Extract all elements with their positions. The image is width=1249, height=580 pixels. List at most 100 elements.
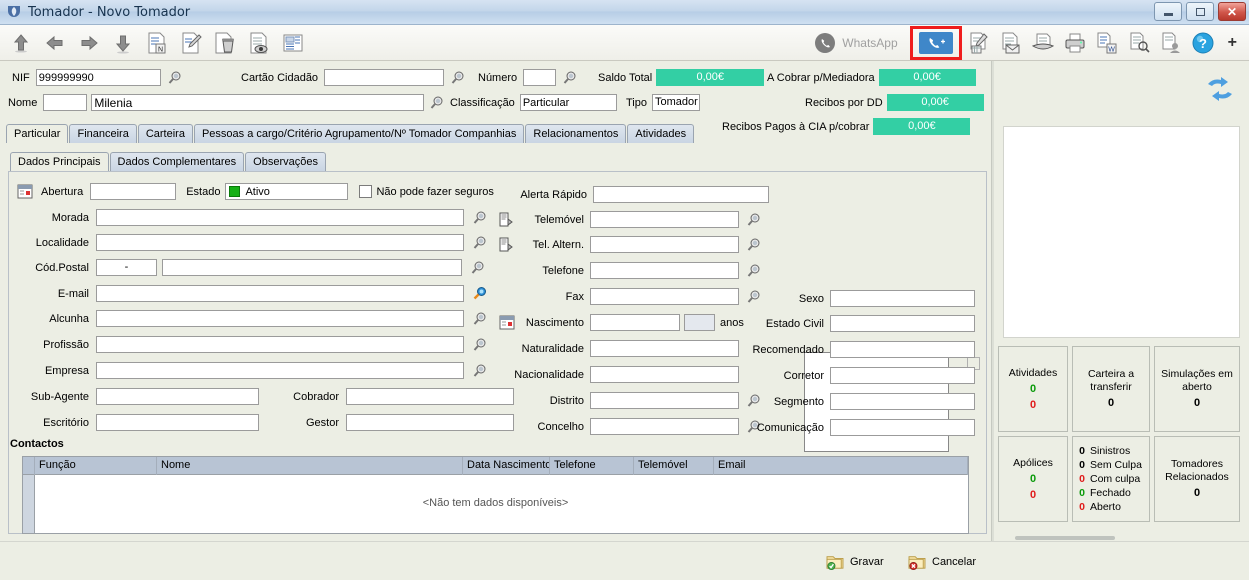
add-button[interactable]: + xyxy=(1220,34,1245,52)
calendar-document-icon[interactable] xyxy=(964,28,994,58)
whatsapp-button[interactable]: WhatsApp xyxy=(814,32,898,54)
telemovel-search-icon[interactable] xyxy=(746,212,762,228)
localidade-search-icon[interactable] xyxy=(472,235,488,251)
nif-search-icon[interactable] xyxy=(167,70,183,86)
subtab-dados-complementares[interactable]: Dados Complementares xyxy=(109,152,245,171)
card-apolices[interactable]: Apólices 0 0 xyxy=(998,436,1068,522)
alcunha-search-icon[interactable] xyxy=(472,311,488,327)
codpostal-input[interactable]: - xyxy=(96,259,157,276)
fax-input[interactable] xyxy=(590,288,739,305)
recomendado-input[interactable] xyxy=(830,341,975,358)
right-arrow-icon[interactable] xyxy=(74,28,104,58)
subtab-observacoes[interactable]: Observações xyxy=(245,152,326,171)
column-nome[interactable]: Nome xyxy=(157,456,463,475)
numero-search-icon[interactable] xyxy=(562,70,578,86)
tab-particular[interactable]: Particular xyxy=(6,124,69,143)
sidebar-preview-panel[interactable] xyxy=(1003,126,1240,338)
alerta-rapido-input[interactable] xyxy=(593,186,769,203)
card-simulacoes-aberto[interactable]: Simulações em aberto 0 xyxy=(1154,346,1240,432)
cancel-button[interactable]: Cancelar xyxy=(908,554,976,570)
add-call-button[interactable] xyxy=(918,32,953,54)
card-carteira-transferir[interactable]: Carteira a transferir 0 xyxy=(1072,346,1150,432)
corretor-input[interactable] xyxy=(830,367,975,384)
nome-input[interactable] xyxy=(91,94,425,111)
maximize-button[interactable] xyxy=(1186,2,1214,21)
tel-altern-search-icon[interactable] xyxy=(746,237,762,253)
nacionalidade-input[interactable] xyxy=(590,366,739,383)
cartao-search-icon[interactable] xyxy=(450,70,466,86)
empresa-search-icon[interactable] xyxy=(472,363,488,379)
edit-document-icon[interactable] xyxy=(176,28,206,58)
column-email[interactable]: Email xyxy=(714,456,968,475)
nascimento-input[interactable] xyxy=(590,314,680,331)
help-button[interactable]: ? xyxy=(1188,28,1218,58)
codpostal-search-icon[interactable] xyxy=(470,260,486,276)
card-sinistros[interactable]: 0 Sinistros 0 Sem Culpa 0 Com culpa 0 Fechad… xyxy=(1072,436,1150,522)
new-document-icon[interactable]: N xyxy=(142,28,172,58)
down-arrow-icon[interactable] xyxy=(108,28,138,58)
tel-altern-input[interactable] xyxy=(590,236,739,253)
cobrador-input[interactable] xyxy=(346,388,514,405)
column-data-nascimento[interactable]: Data Nascimento xyxy=(463,456,550,475)
tab-relacionamentos[interactable]: Relacionamentos xyxy=(525,124,627,143)
refresh-button[interactable] xyxy=(1203,74,1237,104)
distrito-input[interactable] xyxy=(590,392,739,409)
delete-document-icon[interactable] xyxy=(210,28,240,58)
telefone-search-icon[interactable] xyxy=(746,263,762,279)
word-export-icon[interactable]: W xyxy=(1092,28,1122,58)
tab-atividades[interactable]: Atividades xyxy=(627,124,695,143)
comunicacao-input[interactable] xyxy=(830,419,975,436)
left-arrow-icon[interactable] xyxy=(40,28,70,58)
tab-financeira[interactable]: Financeira xyxy=(69,124,137,143)
document-contact-icon[interactable] xyxy=(1156,28,1186,58)
document-search-icon[interactable] xyxy=(1124,28,1154,58)
column-telefone[interactable]: Telefone xyxy=(550,456,634,475)
column-funcao[interactable]: Função xyxy=(35,456,157,475)
horizontal-scrollbar[interactable] xyxy=(1015,536,1115,540)
email-input[interactable] xyxy=(96,285,464,302)
numero-input[interactable] xyxy=(523,69,557,86)
tab-carteira[interactable]: Carteira xyxy=(137,124,193,143)
sexo-input[interactable] xyxy=(830,290,975,307)
estado-civil-input[interactable] xyxy=(830,315,975,332)
telefone-input[interactable] xyxy=(590,262,739,279)
concelho-input[interactable] xyxy=(590,418,739,435)
save-button[interactable]: Gravar xyxy=(826,554,884,570)
empresa-input[interactable] xyxy=(96,362,464,379)
email-document-icon[interactable] xyxy=(996,28,1026,58)
tab-pessoas-cargo[interactable]: Pessoas a cargo/Critério Agrupamento/Nº … xyxy=(193,124,525,143)
codpostal-extra-input[interactable] xyxy=(162,259,462,276)
nao-pode-fazer-seguros-checkbox[interactable] xyxy=(359,185,373,198)
email-search-icon[interactable] xyxy=(472,286,488,302)
abertura-input[interactable] xyxy=(90,183,177,200)
classificacao-input[interactable] xyxy=(519,94,617,111)
estado-value-box[interactable]: Ativo xyxy=(225,183,349,200)
column-telemovel[interactable]: Telemóvel xyxy=(634,456,714,475)
nome-search-icon[interactable] xyxy=(429,95,445,111)
preview-document-icon[interactable] xyxy=(244,28,274,58)
gestor-input[interactable] xyxy=(346,414,514,431)
list-document-icon[interactable] xyxy=(278,28,308,58)
cartao-cidadao-input[interactable] xyxy=(324,69,445,86)
subtab-dados-principais[interactable]: Dados Principais xyxy=(10,152,109,171)
up-arrow-icon[interactable] xyxy=(6,28,36,58)
escritorio-input[interactable] xyxy=(96,414,259,431)
alcunha-input[interactable] xyxy=(96,310,464,327)
minimize-button[interactable] xyxy=(1154,2,1182,21)
scanner-icon[interactable] xyxy=(1028,28,1058,58)
profissao-input[interactable] xyxy=(96,336,464,353)
localidade-input[interactable] xyxy=(96,234,464,251)
segmento-input[interactable] xyxy=(830,393,975,410)
naturalidade-input[interactable] xyxy=(590,340,739,357)
nome-prefix-input[interactable] xyxy=(43,94,88,111)
printer-icon[interactable] xyxy=(1060,28,1090,58)
profissao-search-icon[interactable] xyxy=(472,337,488,353)
subagente-input[interactable] xyxy=(96,388,259,405)
card-tomadores-relacionados[interactable]: Tomadores Relacionados 0 xyxy=(1154,436,1240,522)
morada-input[interactable] xyxy=(96,209,464,226)
morada-search-icon[interactable] xyxy=(472,210,488,226)
card-atividades[interactable]: Atividades 0 0 xyxy=(998,346,1068,432)
nif-input[interactable] xyxy=(35,69,161,86)
close-button[interactable]: ✕ xyxy=(1218,2,1246,21)
telemovel-input[interactable] xyxy=(590,211,739,228)
